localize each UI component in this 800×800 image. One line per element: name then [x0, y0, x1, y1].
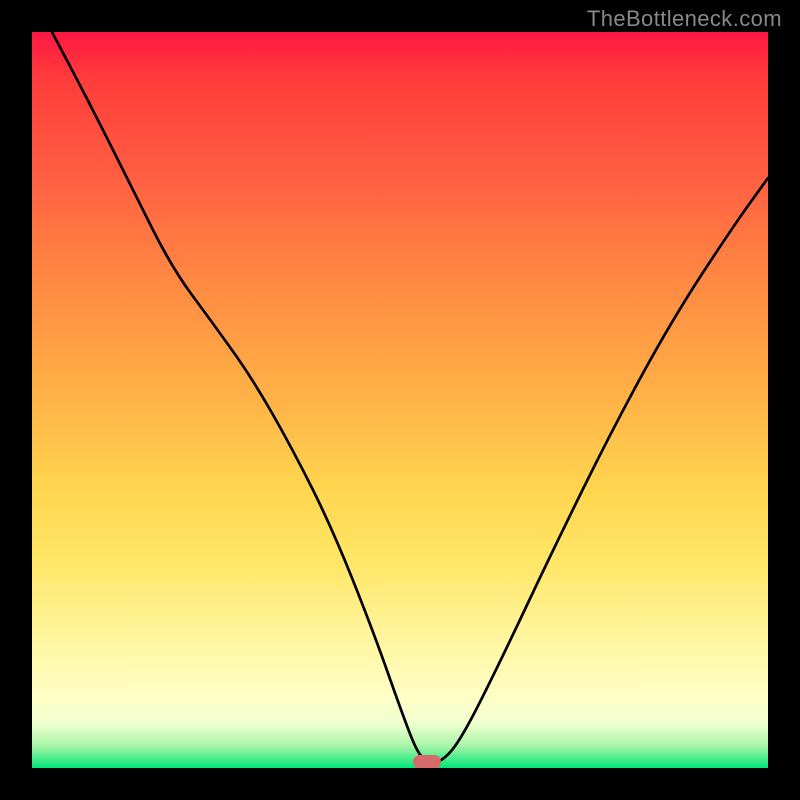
- watermark-text: TheBottleneck.com: [587, 6, 782, 32]
- optimal-marker: [413, 755, 441, 768]
- bottleneck-curve: [32, 32, 768, 768]
- plot-area: [32, 32, 768, 768]
- chart-frame: TheBottleneck.com: [0, 0, 800, 800]
- curve-path: [52, 32, 768, 762]
